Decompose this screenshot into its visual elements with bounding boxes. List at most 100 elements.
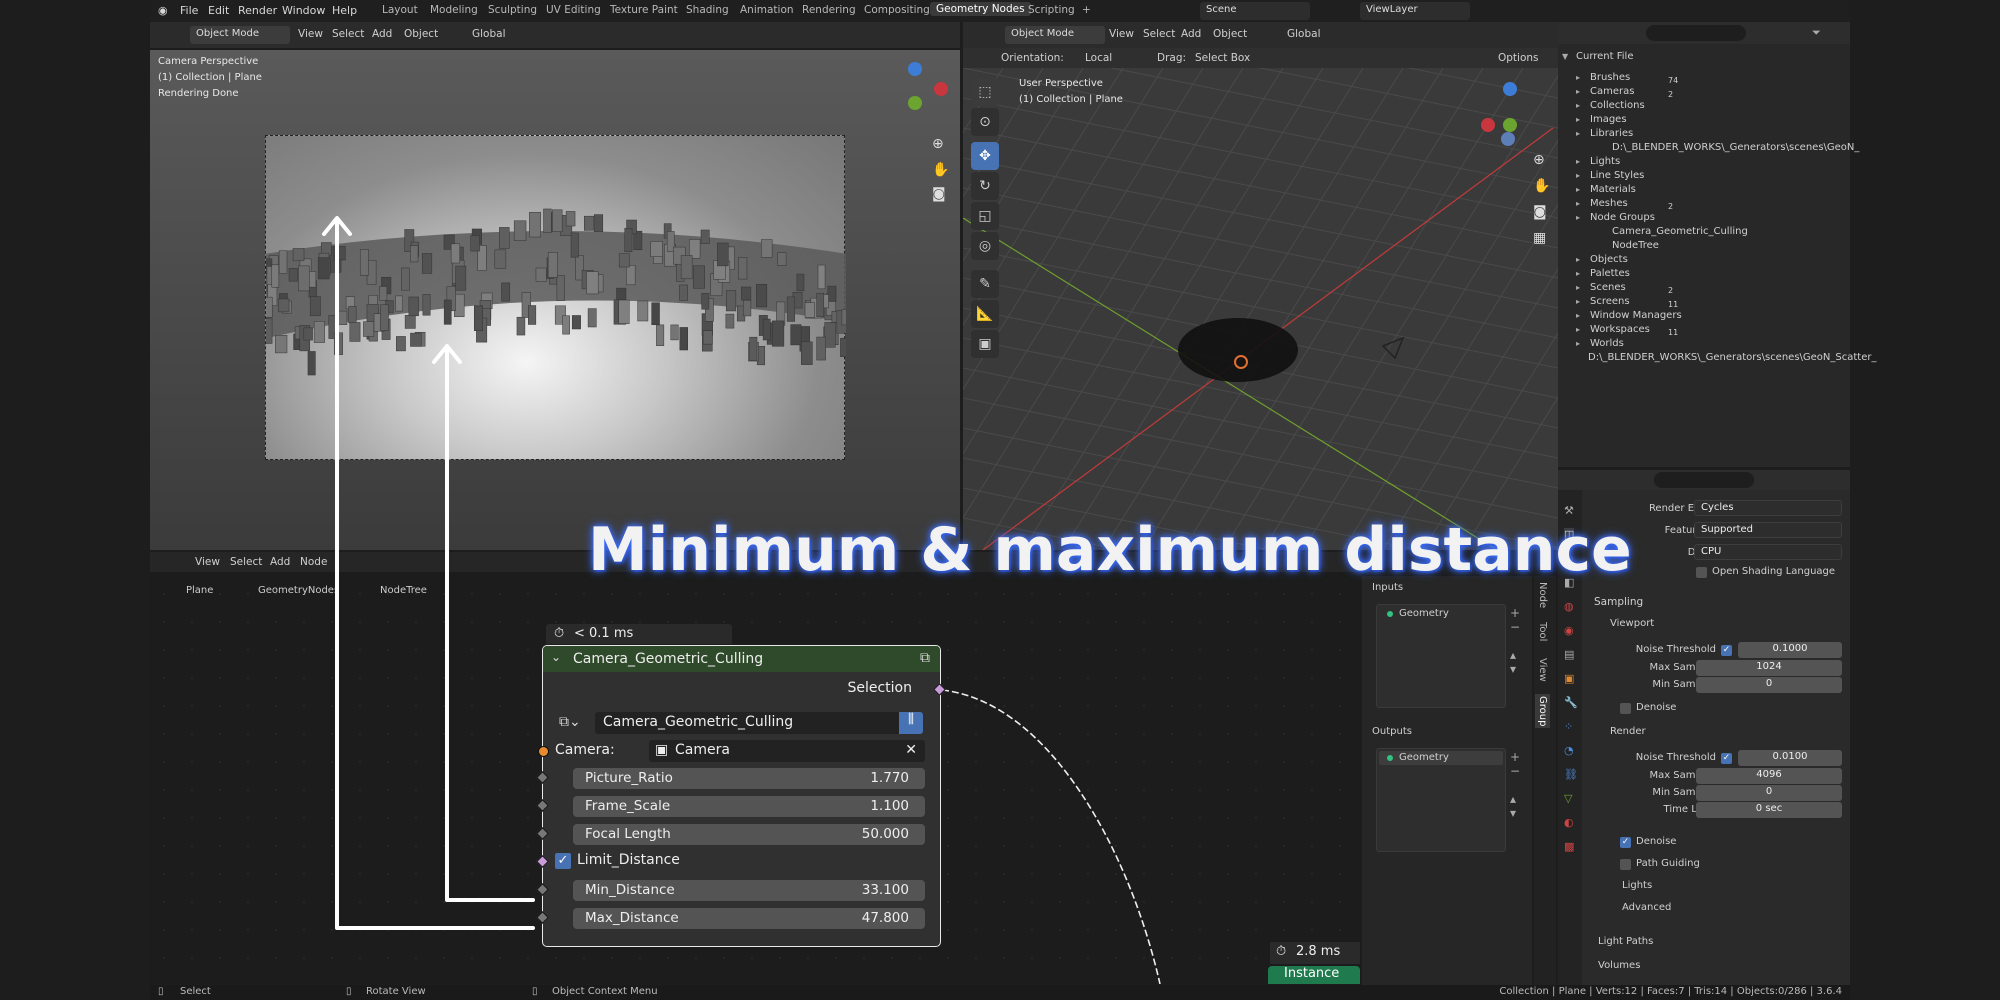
camera-view-icon[interactable]: ◙ bbox=[932, 186, 946, 202]
max-distance-field[interactable]: Max_Distance 47.800 bbox=[573, 908, 925, 929]
tab-compositing[interactable]: Compositing bbox=[864, 4, 930, 16]
outliner-item[interactable]: NodeTree bbox=[1612, 240, 1659, 251]
feature-set-dropdown[interactable]: Supported bbox=[1694, 522, 1842, 538]
add-workspace-button[interactable]: + bbox=[1082, 4, 1091, 16]
tab-modeling[interactable]: Modeling bbox=[430, 4, 478, 16]
scene-tab-icon[interactable]: ◍ bbox=[1564, 600, 1574, 613]
light-paths-panel[interactable]: Light Paths bbox=[1598, 936, 1653, 947]
outliner-item[interactable]: Scenes bbox=[1590, 282, 1626, 293]
mode-selector-left[interactable]: Object Mode bbox=[190, 26, 290, 44]
outliner-item[interactable]: Brushes bbox=[1590, 72, 1630, 83]
gizmo-y-icon[interactable] bbox=[908, 96, 922, 110]
r-noise-threshold-field[interactable]: 0.0100 bbox=[1738, 750, 1842, 766]
vp-right-menu-add[interactable]: Add bbox=[1181, 28, 1201, 40]
limit-distance-checkbox[interactable]: ✓ bbox=[555, 853, 571, 869]
outliner-item[interactable]: Node Groups bbox=[1590, 212, 1655, 223]
outliner-library-path[interactable]: D:\_BLENDER_WORKS\_Generators\scenes\Geo… bbox=[1588, 352, 1877, 363]
expand-icon[interactable]: ▸ bbox=[1576, 339, 1580, 348]
outliner-search-input[interactable] bbox=[1646, 25, 1746, 41]
expand-icon[interactable]: ▸ bbox=[1576, 283, 1580, 292]
tab-uv-editing[interactable]: UV Editing bbox=[546, 4, 601, 16]
options-button[interactable]: Options bbox=[1498, 52, 1539, 64]
camera-input-socket[interactable] bbox=[538, 746, 549, 757]
outliner-item[interactable]: Worlds bbox=[1590, 338, 1624, 349]
mode-selector-right[interactable]: Object Mode bbox=[1005, 26, 1105, 44]
outliner-item[interactable]: Objects bbox=[1590, 254, 1628, 265]
expand-icon[interactable]: ▸ bbox=[1576, 129, 1580, 138]
frame-scale-field[interactable]: Frame_Scale 1.100 bbox=[573, 796, 925, 817]
menu-file[interactable]: File bbox=[180, 4, 198, 17]
vp-left-menu-object[interactable]: Object bbox=[404, 28, 438, 40]
outliner-item[interactable]: Camera_Geometric_Culling bbox=[1612, 226, 1748, 237]
tab-geometry-nodes[interactable]: Geometry Nodes bbox=[930, 2, 1031, 16]
input-geometry-item[interactable]: Geometry bbox=[1399, 608, 1449, 619]
data-tab-icon[interactable]: ▽ bbox=[1564, 792, 1572, 805]
group-type-icon[interactable]: ⧉⌄ bbox=[559, 714, 581, 730]
transform-orientation-left[interactable]: Global bbox=[472, 28, 506, 40]
render-subpanel[interactable]: Render bbox=[1610, 726, 1646, 737]
vp-max-samples-field[interactable]: 1024 bbox=[1696, 660, 1842, 676]
move-tool[interactable]: ✥ bbox=[971, 142, 999, 170]
physics-tab-icon[interactable]: ◔ bbox=[1564, 744, 1574, 757]
tab-node[interactable]: Node bbox=[1537, 582, 1548, 608]
expand-icon[interactable]: ▸ bbox=[1576, 325, 1580, 334]
measure-tool[interactable]: 📐 bbox=[971, 300, 999, 328]
advanced-subpanel[interactable]: Advanced bbox=[1622, 902, 1671, 913]
r-noise-threshold-checkbox[interactable]: ✓ bbox=[1721, 753, 1732, 764]
path-guiding-checkbox[interactable] bbox=[1620, 859, 1631, 870]
r-max-samples-field[interactable]: 4096 bbox=[1696, 768, 1842, 784]
r-denoise-checkbox[interactable]: ✓ bbox=[1620, 837, 1631, 848]
blender-logo-icon[interactable]: ◉ bbox=[158, 4, 168, 17]
vp-denoise-checkbox[interactable] bbox=[1620, 703, 1631, 714]
expand-icon[interactable]: ▸ bbox=[1576, 199, 1580, 208]
menu-edit[interactable]: Edit bbox=[208, 4, 229, 17]
collection-tab-icon[interactable]: ▤ bbox=[1564, 648, 1574, 661]
inputs-add-remove[interactable]: + − ▴ ▾ bbox=[1510, 606, 1520, 676]
vp-right-menu-view[interactable]: View bbox=[1109, 28, 1134, 40]
material-tab-icon[interactable]: ◐ bbox=[1564, 816, 1574, 829]
outputs-panel-header[interactable]: Outputs bbox=[1372, 726, 1412, 737]
expand-icon[interactable]: ▸ bbox=[1576, 297, 1580, 306]
camera-field[interactable]: ▣ Camera ✕ bbox=[649, 740, 925, 762]
expand-icon[interactable]: ▸ bbox=[1576, 87, 1580, 96]
vp-noise-threshold-checkbox[interactable]: ✓ bbox=[1721, 645, 1732, 656]
node-menu-select[interactable]: Select bbox=[230, 556, 262, 568]
tab-scripting[interactable]: Scripting bbox=[1028, 4, 1075, 16]
device-dropdown[interactable]: CPU bbox=[1694, 544, 1842, 560]
outliner-item[interactable]: Images bbox=[1590, 114, 1627, 125]
instance-node-header[interactable]: Instance bbox=[1268, 966, 1360, 984]
expand-icon[interactable]: ▸ bbox=[1576, 255, 1580, 264]
world-tab-icon[interactable]: ◉ bbox=[1564, 624, 1574, 637]
gizmo-x-icon[interactable] bbox=[934, 82, 948, 96]
tab-tool[interactable]: Tool bbox=[1537, 622, 1548, 641]
vp-left-menu-select[interactable]: Select bbox=[332, 28, 364, 40]
focal-length-field[interactable]: Focal Length 50.000 bbox=[573, 824, 925, 845]
select-box-tool[interactable]: ⬚ bbox=[971, 78, 999, 106]
tab-texture-paint[interactable]: Texture Paint bbox=[610, 4, 678, 16]
ortho-grid-icon[interactable]: ▦ bbox=[1533, 230, 1546, 246]
transform-tool[interactable]: ◎ bbox=[971, 232, 999, 260]
tab-animation[interactable]: Animation bbox=[740, 4, 794, 16]
add-cube-tool[interactable]: ▣ bbox=[971, 330, 999, 358]
node-menu-node[interactable]: Node bbox=[300, 556, 327, 568]
tab-view[interactable]: View bbox=[1537, 658, 1548, 682]
outliner-item[interactable]: Screens bbox=[1590, 296, 1630, 307]
breadcrumb-geometrynodes[interactable]: GeometryNodes bbox=[258, 585, 339, 596]
constraints-tab-icon[interactable]: ⛓ bbox=[1564, 768, 1578, 781]
gizmo-neg-z-icon[interactable] bbox=[1501, 132, 1515, 146]
outliner-root[interactable]: Current File bbox=[1576, 51, 1633, 62]
gizmo-z-icon[interactable] bbox=[1503, 82, 1517, 96]
pan-hand-icon[interactable]: ✋ bbox=[932, 162, 949, 178]
outliner-item[interactable]: Workspaces bbox=[1590, 324, 1650, 335]
menu-help[interactable]: Help bbox=[332, 4, 357, 17]
expand-icon[interactable]: ▸ bbox=[1576, 115, 1580, 124]
node-menu-view[interactable]: View bbox=[195, 556, 220, 568]
properties-search-input[interactable] bbox=[1654, 472, 1754, 488]
outliner-item[interactable]: Libraries bbox=[1590, 128, 1633, 139]
outliner-item[interactable]: Window Managers bbox=[1590, 310, 1682, 321]
zoom-icon[interactable]: ⊕ bbox=[932, 136, 944, 152]
tab-sculpting[interactable]: Sculpting bbox=[488, 4, 537, 16]
vp-denoise-label[interactable]: Denoise bbox=[1636, 702, 1676, 713]
collapse-chevron-icon[interactable]: ⌄ bbox=[551, 650, 561, 664]
tab-group[interactable]: Group bbox=[1535, 694, 1550, 729]
